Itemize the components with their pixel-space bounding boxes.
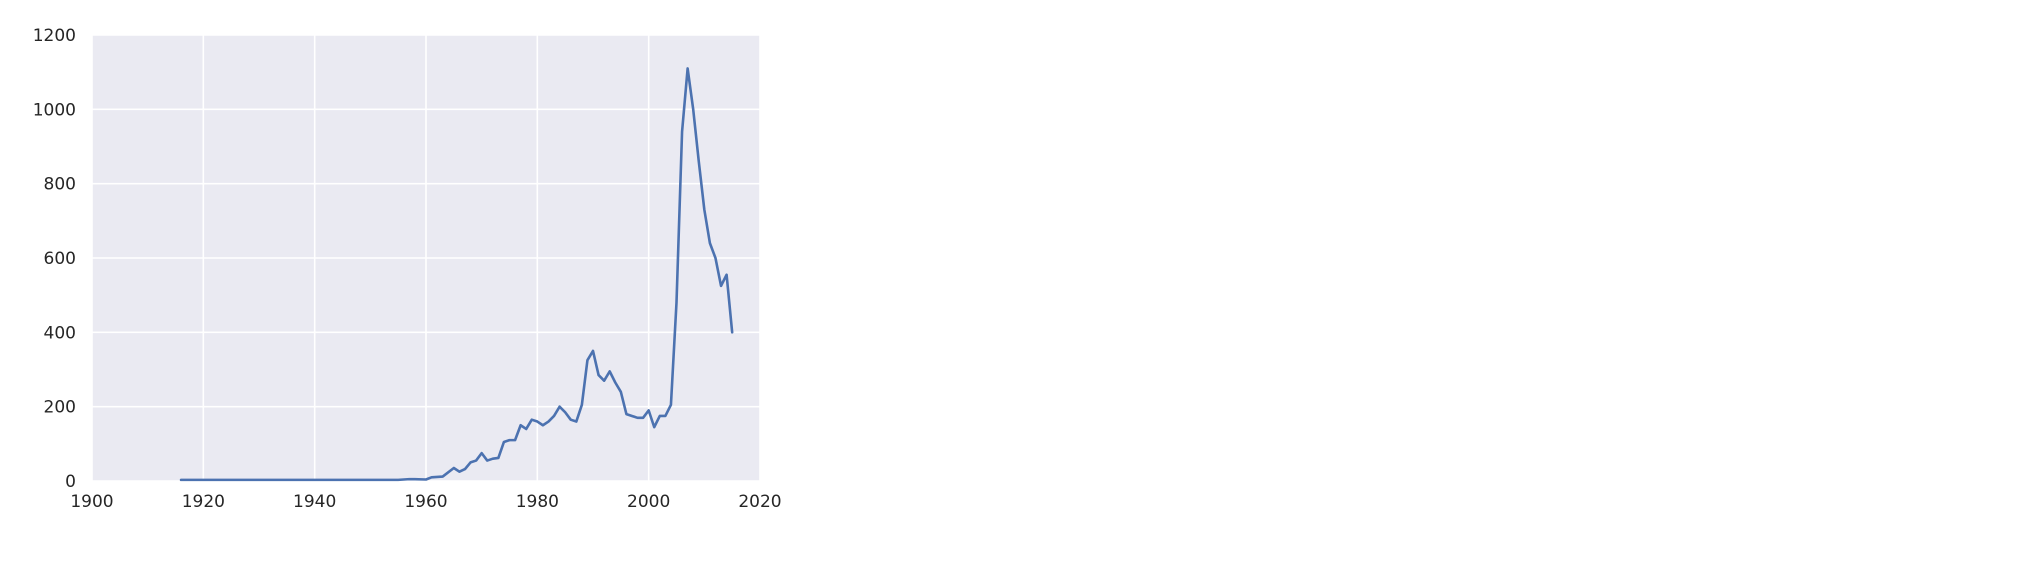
x-tick-label: 1940 <box>293 492 336 512</box>
x-axis-tick-labels: 1900 1920 1940 1960 1980 2000 2020 <box>70 492 781 512</box>
y-tick-label: 600 <box>44 249 76 269</box>
y-tick-label: 1000 <box>33 100 76 120</box>
x-tick-label: 2000 <box>627 492 670 512</box>
y-tick-label: 200 <box>44 398 76 418</box>
y-tick-label: 1200 <box>33 26 76 46</box>
y-tick-label: 400 <box>44 323 76 343</box>
x-tick-label: 1920 <box>182 492 225 512</box>
y-axis-tick-labels: 0 200 400 600 800 1000 1200 <box>33 26 76 492</box>
chart-container: 1900 1920 1940 1960 1980 2000 2020 0 200 400 600 8… <box>0 0 2020 560</box>
x-tick-label: 1960 <box>404 492 447 512</box>
x-tick-label: 2020 <box>738 492 781 512</box>
x-tick-label: 1900 <box>70 492 113 512</box>
y-tick-label: 800 <box>44 175 76 195</box>
y-tick-label: 0 <box>65 472 76 492</box>
line-chart: 1900 1920 1940 1960 1980 2000 2020 0 200 400 600 8… <box>33 26 782 512</box>
x-tick-label: 1980 <box>516 492 559 512</box>
